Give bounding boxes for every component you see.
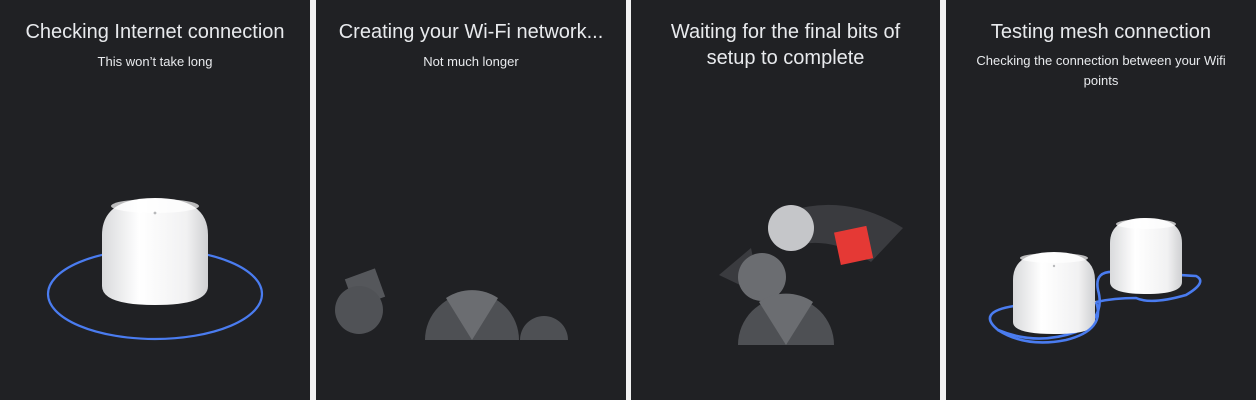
setup-step-panel: Testing mesh connection Checking the con… [946, 0, 1256, 400]
shapes-icon [719, 204, 903, 345]
setup-step-panel: Creating your Wi-Fi network... Not much … [316, 0, 626, 400]
setup-step-panel: Waiting for the final bits of setup to c… [631, 0, 940, 400]
shapes-icon [335, 268, 568, 340]
router-ring-icon [46, 198, 264, 341]
setup-step-panel: Checking Internet connection This won’t … [0, 0, 310, 400]
mesh-routers-icon [988, 218, 1202, 344]
setup-steps-strip: Checking Internet connection This won’t … [0, 0, 1256, 400]
